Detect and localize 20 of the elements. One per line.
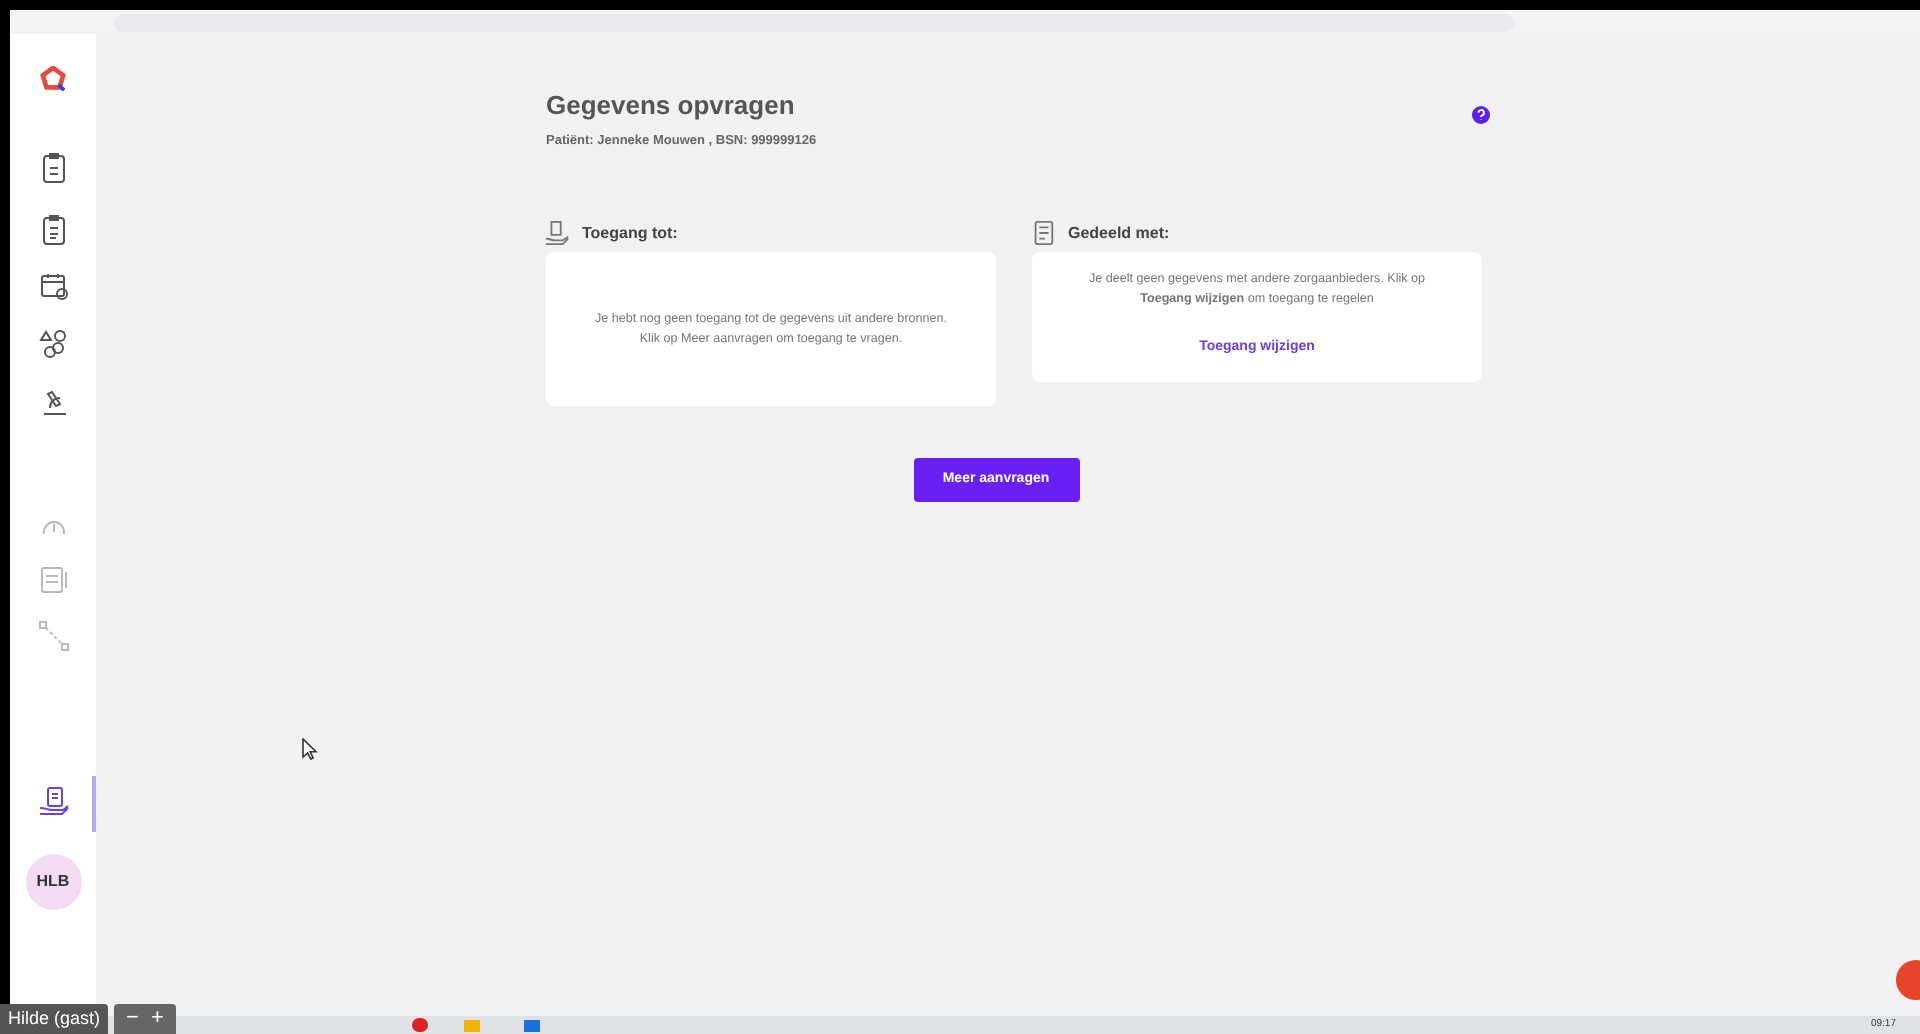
- shapes-icon[interactable]: [37, 328, 69, 360]
- clipboard-icon[interactable]: [37, 152, 69, 184]
- zoom-out-button[interactable]: −: [126, 1003, 139, 1034]
- page-title: Gegevens opvragen: [546, 88, 797, 124]
- mouse-cursor-icon: [302, 738, 318, 760]
- participant-label: Hilde (gast): [0, 1003, 109, 1034]
- calendar-icon[interactable]: [37, 270, 69, 302]
- zoom-in-button[interactable]: +: [150, 1003, 164, 1034]
- help-icon[interactable]: [1472, 106, 1490, 124]
- hand-document-icon: [544, 220, 570, 247]
- panel-heading: Gedeeld met:: [1068, 221, 1170, 246]
- hand-document-icon[interactable]: [37, 786, 69, 818]
- document-icon: [1030, 220, 1056, 247]
- selected-indicator: [92, 776, 96, 832]
- logo-icon[interactable]: [40, 66, 66, 92]
- taskbar-app-icon[interactable]: [524, 1019, 540, 1031]
- clipboard-icon[interactable]: [37, 214, 69, 246]
- taskbar-app-icon[interactable]: [412, 1018, 428, 1032]
- user-avatar[interactable]: HLB: [25, 854, 81, 910]
- panel-heading: Toegang tot:: [582, 221, 678, 246]
